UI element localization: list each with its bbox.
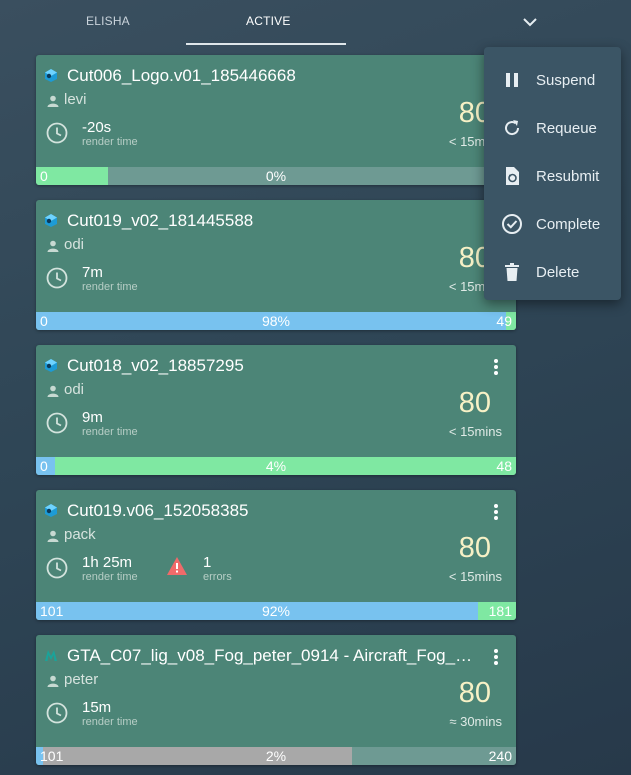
more-vert-icon[interactable] [488,502,504,522]
cinema4d-icon [45,359,57,372]
tab-elisha[interactable]: ELISHA [86,14,130,28]
job-card[interactable]: Cut006_Logo.v01_185446668levi -20s render … [36,55,516,185]
progress-percent: 0% [265,168,287,184]
menu-item-complete[interactable]: Complete [484,196,621,244]
render-time-value: 15m [82,699,112,716]
progress-percent: 2% [265,748,287,764]
progress-percent: 4% [265,458,287,474]
job-user: odi [64,381,85,398]
user-icon [47,240,59,252]
job-title: Cut006_Logo.v01_185446668 [67,66,296,85]
render-time-value: 7m [82,264,103,281]
job-user: levi [64,91,87,108]
progress-bar: 0 98% 49 [36,312,516,330]
trash-icon [505,263,519,281]
job-user: peter [64,671,99,688]
render-time-label: render time [82,716,138,728]
resubmit-file-icon [506,167,519,185]
progress-bar: 0 4% 48 [36,457,516,475]
clock-icon [46,557,68,579]
job-title: GTA_C07_lig_v08_Fog_peter_0914 - Aircraf… [67,646,477,665]
clock-icon [46,412,68,434]
job-title: Cut019_v02_181445588 [67,211,254,230]
render-time-label: render time [82,136,138,148]
maya-icon [45,650,57,661]
menu-item-label: Suspend [536,72,596,89]
job-priority: 80 [458,387,491,419]
job-title: Cut018_v02_18857295 [67,356,244,375]
error-count: 1 [203,554,212,571]
tab-bar: ELISHA ACTIVE [36,0,537,46]
menu-item-label: Delete [536,264,580,281]
job-eta: ≈ 30mins [449,714,502,729]
warning-icon [167,557,187,575]
job-priority: 80 [458,677,491,709]
progress-bar: 101 92% 181 [36,602,516,620]
clock-icon [46,267,68,289]
job-eta: < 15mins [448,569,502,584]
user-icon [47,530,59,542]
job-card[interactable]: Cut018_v02_18857295odi 9m render time 80 < 1… [36,345,516,475]
tab-active[interactable]: ACTIVE [246,14,291,28]
cinema4d-icon [45,69,57,82]
progress-percent: 92% [261,603,291,619]
menu-item-suspend[interactable]: Suspend [484,52,621,100]
cinema4d-icon [45,214,57,227]
active-tab-indicator [186,43,346,45]
render-time-value: 9m [82,409,103,426]
refresh-icon [505,120,520,136]
render-time-label: render time [82,426,138,438]
end-frame: 49 [496,313,512,329]
menu-item-requeue[interactable]: Requeue [484,100,621,148]
job-title: Cut019.v06_152058385 [67,501,249,520]
error-label: errors [203,571,232,583]
render-time-value: 1h 25m [82,554,133,571]
end-frame: 48 [496,458,512,474]
job-context-menu: Suspend Requeue Resubmit Complete Delete [484,47,621,300]
chevron-down-icon[interactable] [520,12,540,32]
progress-bar: 101 2% 240 [36,747,516,765]
render-time-label: render time [82,571,138,583]
menu-item-resubmit[interactable]: Resubmit [484,148,621,196]
end-frame: 181 [488,603,512,619]
menu-item-label: Requeue [536,120,597,137]
end-frame: 240 [488,748,512,764]
job-card[interactable]: Cut019_v02_181445588 odi 7m render time 80 < … [36,200,516,330]
progress-percent: 98% [261,313,291,329]
job-priority: 80 [458,532,491,564]
job-card[interactable]: GTA_C07_lig_v08_Fog_peter_0914 - Aircraf… [36,635,516,765]
progress-bar: 0 0% [36,167,516,185]
render-time-label: render time [82,281,138,293]
job-user: pack [64,526,96,543]
job-user: odi [64,236,85,253]
render-time-value: -20s [82,119,112,136]
cinema4d-icon [45,504,57,517]
check-circle-icon [502,214,522,234]
more-vert-icon[interactable] [488,357,504,377]
job-card[interactable]: Cut019.v06_152058385pack 1h 25m render tim… [36,490,516,620]
pause-icon [506,73,518,87]
user-icon [47,95,59,107]
clock-icon [46,122,68,144]
user-icon [47,385,59,397]
job-eta: < 15mins [448,424,502,439]
user-icon [47,675,59,687]
more-vert-icon[interactable] [488,647,504,667]
menu-item-delete[interactable]: Delete [484,244,621,292]
clock-icon [46,702,68,724]
menu-item-label: Complete [536,216,601,233]
menu-item-label: Resubmit [536,168,600,185]
